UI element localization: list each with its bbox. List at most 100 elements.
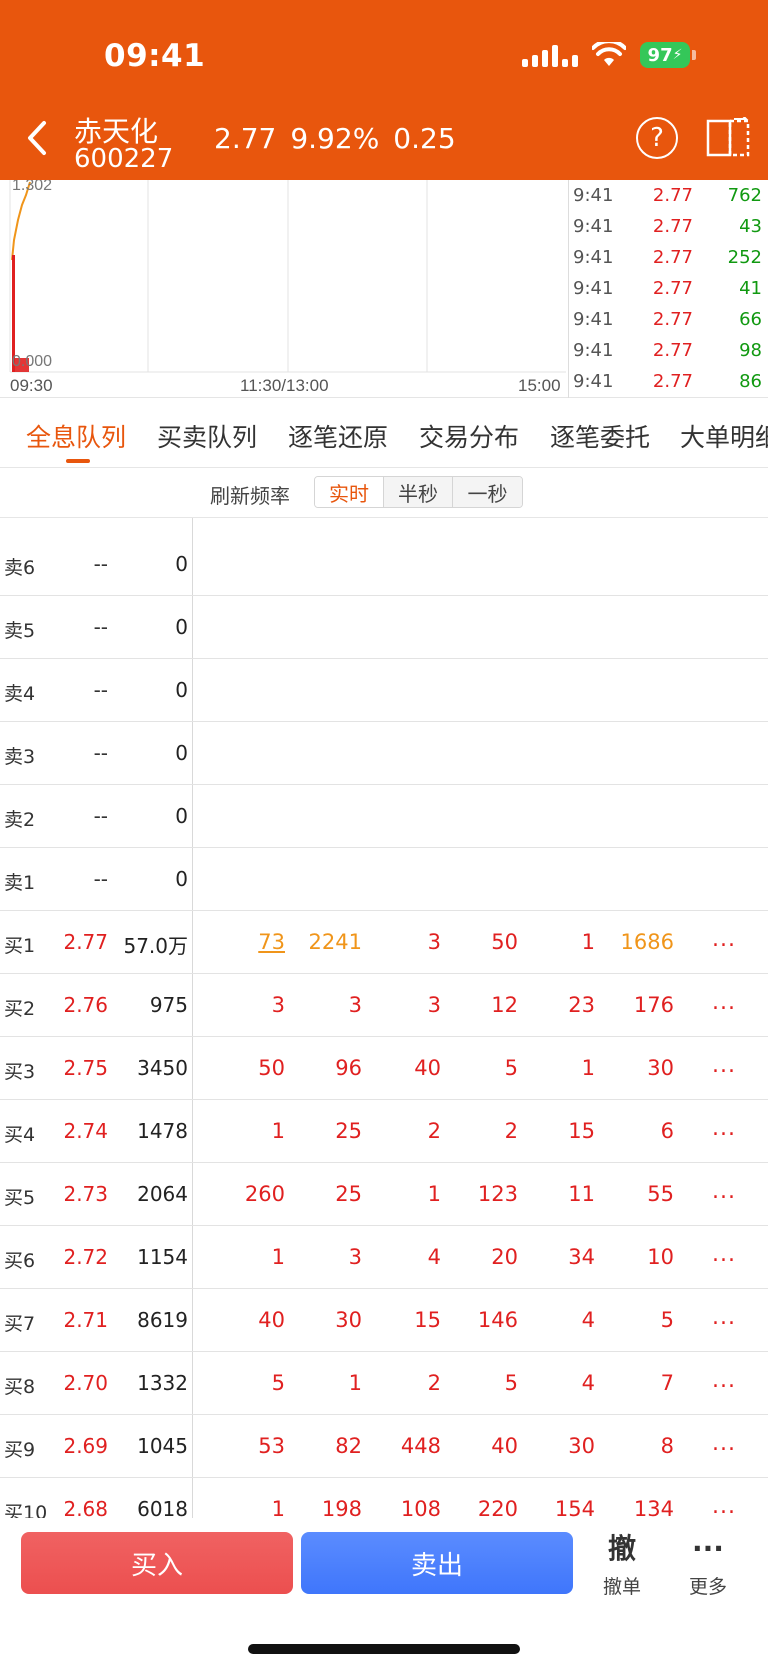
cancel-order-button[interactable]: 撤 撤单 [582,1530,662,1599]
queue-order-size[interactable]: 3 [272,993,285,1017]
queue-order-size[interactable]: 25 [335,1182,362,1206]
queue-order-size[interactable]: 50 [491,930,518,954]
queue-order-size[interactable]: 3 [428,993,441,1017]
queue-order-size[interactable]: 10 [647,1245,674,1269]
expand-more-icon[interactable]: ... [712,990,736,1015]
sell-button[interactable]: 卖出 [301,1532,573,1594]
queue-order-size[interactable]: 23 [568,993,595,1017]
queue-order-size[interactable]: 4 [428,1245,441,1269]
queue-order-size[interactable]: 40 [258,1308,285,1332]
queue-order-size[interactable]: 15 [568,1119,595,1143]
queue-order-size[interactable]: 53 [258,1434,285,1458]
queue-order-size[interactable]: 198 [322,1497,362,1518]
queue-order-size[interactable]: 25 [335,1119,362,1143]
expand-more-icon[interactable]: ... [712,1305,736,1330]
queue-order-size[interactable]: 6 [661,1119,674,1143]
queue-order-size[interactable]: 40 [414,1056,441,1080]
expand-more-icon[interactable]: ... [712,1179,736,1204]
layout-switch-icon[interactable] [706,117,752,159]
order-queue-table[interactable]: 卖6 -- 0 卖5 -- 0 卖4 -- 0 卖3 -- 0 卖2 -- 0 卖1 -- 0 买1 2.77 57.0… [0,518,768,1518]
queue-order-size[interactable]: 55 [647,1182,674,1206]
queue-order-size[interactable]: 2 [505,1119,518,1143]
expand-more-icon[interactable]: ... [712,1053,736,1078]
buy-level-row[interactable]: 买2 2.76 975 3 3 3 12 23 176... [0,974,768,1037]
expand-more-icon[interactable]: ... [712,1116,736,1141]
expand-more-icon[interactable]: ... [712,1368,736,1393]
tab-big-orders[interactable]: 大单明细 [680,418,768,454]
expand-more-icon[interactable]: ... [712,1431,736,1456]
buy-level-row[interactable]: 买8 2.70 1332 5 1 2 5 4 7... [0,1352,768,1415]
queue-order-size[interactable]: 1 [428,1182,441,1206]
buy-level-row[interactable]: 买5 2.73 2064 260 25 1 123 11 55... [0,1163,768,1226]
expand-more-icon[interactable]: ... [712,927,736,952]
refresh-realtime-button[interactable]: 实时 [315,477,384,507]
queue-order-size[interactable]: 1 [272,1119,285,1143]
buy-level-row[interactable]: 买7 2.71 8619 40 30 15 146 4 5... [0,1289,768,1352]
queue-order-size[interactable]: 15 [414,1308,441,1332]
refresh-one-second-button[interactable]: 一秒 [453,477,522,507]
sell-level-row[interactable]: 卖1 -- 0 [0,848,768,911]
tab-tick-restore[interactable]: 逐笔还原 [288,418,388,454]
queue-order-size[interactable]: 123 [478,1182,518,1206]
queue-order-size[interactable]: 50 [258,1056,285,1080]
queue-order-size[interactable]: 1 [349,1371,362,1395]
sell-level-row[interactable]: 卖6 -- 0 [0,533,768,596]
queue-order-size[interactable]: 30 [568,1434,595,1458]
queue-order-size[interactable]: 1686 [621,930,674,954]
sell-level-row[interactable]: 卖4 -- 0 [0,659,768,722]
queue-order-size[interactable]: 96 [335,1056,362,1080]
queue-order-size[interactable]: 448 [401,1434,441,1458]
back-button[interactable] [22,118,52,158]
queue-order-size[interactable]: 154 [555,1497,595,1518]
expand-more-icon[interactable]: ... [712,1494,736,1518]
queue-order-size[interactable]: 3 [428,930,441,954]
expand-more-icon[interactable]: ... [712,1242,736,1267]
tick-list[interactable]: 9:41 2.77 762 9:41 2.77 43 9:41 2.77 252 9:41 2… [568,180,768,398]
help-button[interactable]: ? [636,117,678,159]
queue-order-size[interactable]: 30 [647,1056,674,1080]
queue-order-size[interactable]: 220 [478,1497,518,1518]
queue-order-size[interactable]: 2241 [309,930,362,954]
queue-order-size[interactable]: 3 [349,993,362,1017]
queue-order-size[interactable]: 1 [272,1497,285,1518]
queue-order-size[interactable]: 20 [491,1245,518,1269]
intraday-chart[interactable]: 1.302 0.000 09:30 11:30/13:00 15:00 [0,180,568,398]
queue-order-size[interactable]: 4 [582,1371,595,1395]
queue-order-size[interactable]: 7 [661,1371,674,1395]
queue-order-size[interactable]: 176 [634,993,674,1017]
queue-order-size[interactable]: 82 [335,1434,362,1458]
sell-level-row[interactable]: 卖3 -- 0 [0,722,768,785]
tab-trade-distribution[interactable]: 交易分布 [419,418,519,454]
queue-order-size[interactable]: 11 [568,1182,595,1206]
queue-order-size[interactable]: 2 [428,1371,441,1395]
queue-order-size[interactable]: 5 [505,1371,518,1395]
buy-level-row[interactable]: 买6 2.72 1154 1 3 4 20 34 10... [0,1226,768,1289]
buy-level-row[interactable]: 买10 2.68 6018 1 198 108 220 154 134... [0,1478,768,1518]
queue-order-size[interactable]: 108 [401,1497,441,1518]
sell-level-row[interactable]: 卖2 -- 0 [0,785,768,848]
refresh-half-second-button[interactable]: 半秒 [384,477,453,507]
queue-order-size[interactable]: 146 [478,1308,518,1332]
queue-order-size[interactable]: 8 [661,1434,674,1458]
queue-order-size[interactable]: 2 [428,1119,441,1143]
tab-bid-ask-queue[interactable]: 买卖队列 [157,418,257,454]
buy-level-row[interactable]: 买9 2.69 1045 53 82 448 40 30 8... [0,1415,768,1478]
queue-order-size[interactable]: 40 [491,1434,518,1458]
buy-button[interactable]: 买入 [21,1532,293,1594]
queue-order-size[interactable]: 1 [582,930,595,954]
buy-level-row[interactable]: 买4 2.74 1478 1 25 2 2 15 6... [0,1100,768,1163]
queue-order-size[interactable]: 4 [582,1308,595,1332]
queue-order-size[interactable]: 73 [258,930,285,954]
queue-order-size[interactable]: 5 [505,1056,518,1080]
queue-order-size[interactable]: 3 [349,1245,362,1269]
queue-order-size[interactable]: 134 [634,1497,674,1518]
queue-order-size[interactable]: 1 [272,1245,285,1269]
buy-level-row[interactable]: 买1 2.77 57.0万 73 2241 3 50 1 1686... [0,911,768,974]
queue-order-size[interactable]: 5 [272,1371,285,1395]
queue-order-size[interactable]: 12 [491,993,518,1017]
queue-order-size[interactable]: 1 [582,1056,595,1080]
tab-tick-orders[interactable]: 逐笔委托 [550,418,650,454]
queue-order-size[interactable]: 5 [661,1308,674,1332]
sell-level-row[interactable]: 卖5 -- 0 [0,596,768,659]
queue-order-size[interactable]: 260 [245,1182,285,1206]
